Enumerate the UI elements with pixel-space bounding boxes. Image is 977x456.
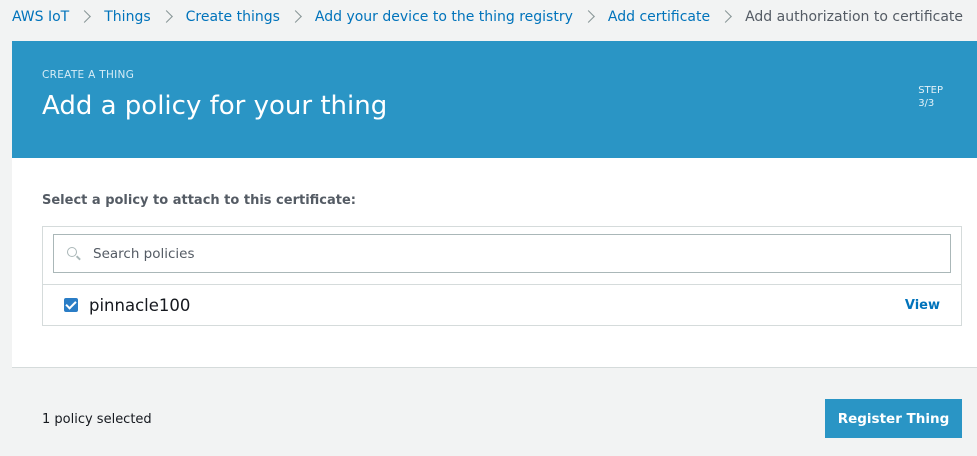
page-title: Add a policy for your thing bbox=[42, 91, 388, 121]
breadcrumb-current: Add authorization to certificate bbox=[745, 8, 964, 25]
breadcrumb: AWS IoT Things Create things Add your de… bbox=[0, 0, 977, 33]
chevron-right-icon bbox=[159, 10, 173, 23]
policy-checkbox[interactable] bbox=[64, 298, 78, 312]
register-thing-button[interactable]: Register Thing bbox=[825, 399, 962, 438]
policy-row[interactable]: pinnacle100 View bbox=[43, 285, 961, 325]
wizard-footer: 1 policy selected Register Thing bbox=[12, 367, 977, 456]
search-field[interactable] bbox=[53, 234, 951, 273]
chevron-right-icon bbox=[78, 10, 92, 23]
view-policy-link[interactable]: View bbox=[905, 298, 940, 313]
step-value: 3/3 bbox=[918, 98, 935, 109]
create-thing-card: CREATE A THING Add a policy for your thi… bbox=[12, 41, 977, 456]
chevron-right-icon bbox=[582, 10, 595, 23]
breadcrumb-aws-iot[interactable]: AWS IoT bbox=[12, 9, 69, 25]
search-icon bbox=[65, 244, 85, 264]
chevron-right-icon bbox=[719, 10, 732, 23]
breadcrumb-add-device[interactable]: Add your device to the thing registry bbox=[315, 9, 573, 25]
step-label: STEP bbox=[918, 85, 943, 96]
breadcrumb-create-things[interactable]: Create things bbox=[186, 9, 280, 25]
policy-instruction: Select a policy to attach to this certif… bbox=[42, 193, 356, 208]
policy-name: pinnacle100 bbox=[89, 295, 191, 315]
wizard-eyebrow: CREATE A THING bbox=[42, 69, 135, 81]
wizard-header: CREATE A THING Add a policy for your thi… bbox=[12, 41, 977, 158]
chevron-right-icon bbox=[289, 10, 302, 23]
selected-count: 1 policy selected bbox=[42, 412, 152, 427]
policy-list: pinnacle100 View bbox=[42, 226, 962, 326]
step-indicator: STEP 3/3 bbox=[918, 84, 943, 110]
breadcrumb-things[interactable]: Things bbox=[104, 9, 150, 25]
search-input[interactable] bbox=[91, 244, 935, 263]
policy-search-bar bbox=[43, 227, 961, 285]
breadcrumb-add-certificate[interactable]: Add certificate bbox=[608, 9, 710, 25]
